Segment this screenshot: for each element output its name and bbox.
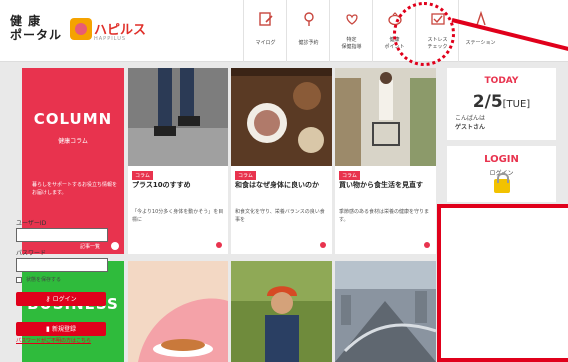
user-id-label: ユーザーID <box>16 220 47 227</box>
nav-label-checkup: 健診予約 <box>298 40 319 46</box>
today-label: TODAY <box>484 76 519 86</box>
card-photo-washoku <box>231 68 332 166</box>
business-photo-city <box>335 261 436 362</box>
card-body: 季節感のある食材は栄養の健康を守ります。 <box>339 209 430 223</box>
nav-item-mylog[interactable]: マイログ <box>243 0 286 62</box>
card-tag: コラム <box>339 171 360 180</box>
nav-label-guidance: 特定 保健指導 <box>341 37 362 50</box>
arrow-right-icon <box>320 242 326 248</box>
column-title: COLUMN <box>33 110 113 128</box>
heart-hands-icon <box>346 14 358 25</box>
card-tag: コラム <box>235 171 256 180</box>
arrow-right-icon <box>424 242 430 248</box>
article-card[interactable]: コラム プラス10のすすめ 「今より10分多く身体を動かそう」を目標に <box>128 68 228 254</box>
login-title: LOGIN <box>484 154 519 165</box>
card-tag: コラム <box>132 171 153 180</box>
date-value: 2/5 <box>472 92 503 112</box>
nav-label-mylog: マイログ <box>255 40 276 46</box>
nav-item-checkup[interactable]: 健診予約 <box>286 0 329 62</box>
register-button-label: 新規登録 <box>52 326 77 333</box>
site-header: 健 康 ポータル ハピルス HAPPILUS マイログ 健診予約 特定 保健指導… <box>0 0 568 62</box>
site-logo[interactable]: 健 康 ポータル ハピルス HAPPILUS <box>10 14 150 50</box>
nav-label-station: ステーション <box>465 40 496 46</box>
login-header: LOGIN ログイン <box>447 146 556 202</box>
user-name-text: ゲストさん <box>455 124 486 131</box>
login-button[interactable]: ⚷ ログイン <box>16 292 106 306</box>
article-card[interactable]: コラム 和食はなぜ身体に良いのか 和食文化を守り、栄養バランスの良い食事を <box>231 68 332 254</box>
login-form <box>437 204 568 362</box>
stethoscope-icon <box>304 12 314 26</box>
logo-line-1: 健 康 <box>10 14 42 28</box>
card-title: プラス10のすすめ <box>132 181 191 189</box>
nav-item-guidance[interactable]: 特定 保健指導 <box>329 0 372 62</box>
password-input[interactable] <box>16 258 108 272</box>
arrow-right-icon <box>111 242 119 250</box>
card-title: 買い物から食生活を見直す <box>339 181 423 189</box>
register-button[interactable]: ▮ 新規登録 <box>16 322 106 336</box>
column-description: 暮らしをサポートするお役立ち情報をお届けします。 <box>32 182 118 196</box>
password-label: パスワード <box>16 250 47 257</box>
remember-label: 状態を保存する <box>26 277 62 283</box>
weekday: [TUE] <box>502 99 531 110</box>
greeting: こんばんは ゲストさん <box>455 114 550 132</box>
remember-checkbox[interactable] <box>16 277 22 283</box>
happilus-logo-icon <box>70 18 92 40</box>
card-photo-supermarket <box>335 68 436 166</box>
brand-sub: HAPPILUS <box>94 36 127 42</box>
business-photo-boy <box>231 261 332 362</box>
card-body: 「今より10分多く身体を動かそう」を目標に <box>132 209 224 223</box>
arrow-right-icon <box>216 242 222 248</box>
user-id-input[interactable] <box>16 228 108 242</box>
greeting-text: こんばんは <box>455 115 486 122</box>
business-photo-lunch <box>128 261 228 362</box>
logo-line-2: ポータル <box>10 28 63 42</box>
today-date: 2/5[TUE] <box>447 92 556 112</box>
article-card[interactable]: コラム 買い物から食生活を見直す 季節感のある食材は栄養の健康を守ります。 <box>335 68 436 254</box>
forgot-password-link[interactable]: パスワードがご不明の方はこちら <box>16 337 126 345</box>
notebook-pen-icon <box>259 12 273 26</box>
today-panel: TODAY 2/5[TUE] こんばんは ゲストさん <box>447 68 556 140</box>
column-more-link[interactable]: 記事一覧 <box>80 243 100 250</box>
logo-text: 健 康 ポータル <box>10 14 62 42</box>
key-icon: ⚷ <box>45 295 53 303</box>
card-body: 和食文化を守り、栄養バランスの良い食事を <box>235 209 325 223</box>
card-photo-steps <box>128 68 228 166</box>
annotation-circle <box>393 2 455 66</box>
column-subtitle: 健康コラム <box>58 138 88 145</box>
main-nav: マイログ 健診予約 特定 保健指導 健康 ポイント ストレス チェック ステーシ… <box>243 0 501 62</box>
user-name: ゲストさん <box>455 123 550 132</box>
lock-icon <box>494 173 510 193</box>
card-title: 和食はなぜ身体に良いのか <box>235 181 319 189</box>
login-button-label: ログイン <box>52 296 77 303</box>
